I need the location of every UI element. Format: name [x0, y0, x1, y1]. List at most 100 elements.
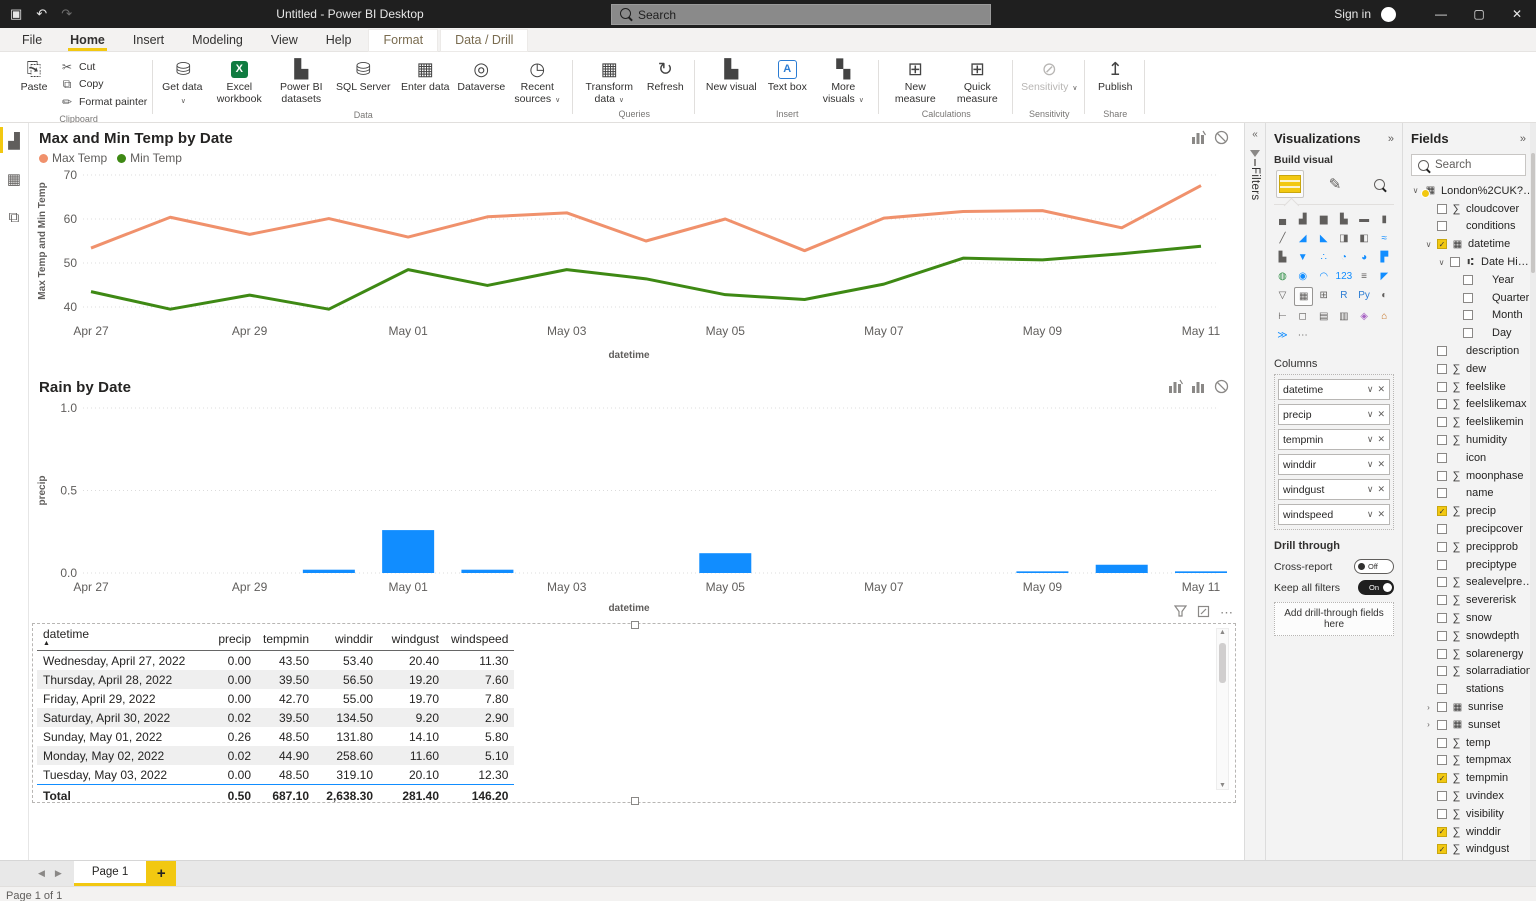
bar-may-09[interactable]	[1016, 571, 1068, 573]
stacked-column-chart-icon[interactable]: ▟	[1294, 211, 1311, 228]
table-row[interactable]: Tuesday, May 03, 20220.0048.50319.1020.1…	[37, 765, 514, 785]
field-item-preciptype[interactable]: preciptype	[1411, 556, 1534, 574]
checkbox[interactable]	[1450, 257, 1460, 267]
checkbox[interactable]	[1437, 435, 1447, 445]
ribbon-tab-format[interactable]: Format	[369, 30, 437, 51]
analytics-tab[interactable]	[1366, 171, 1392, 197]
scroll-up-icon[interactable]: ▲	[1219, 629, 1226, 636]
undo-icon[interactable]: ↶	[36, 6, 47, 22]
model-view-button[interactable]: ⧉	[0, 205, 28, 229]
scrollbar-thumb[interactable]	[1219, 643, 1226, 683]
smart-narrative-icon[interactable]: ▤	[1315, 308, 1332, 325]
no-entry-icon[interactable]	[1214, 130, 1229, 145]
enter-data-button[interactable]: ▦Enter data	[395, 55, 455, 96]
chart-options-icon[interactable]	[1191, 379, 1206, 394]
field-item-description[interactable]: description	[1411, 342, 1534, 360]
paginated-report-icon[interactable]: ▥	[1335, 308, 1352, 325]
checkbox[interactable]	[1437, 684, 1447, 694]
redo-icon[interactable]: ↷	[61, 6, 72, 22]
field-item-date-hierarc-[interactable]: ∨⑆Date Hierarc...	[1411, 253, 1534, 271]
column-header-windgust[interactable]: windgust	[379, 624, 445, 651]
data-view-button[interactable]: ▦	[0, 167, 28, 191]
checkbox[interactable]	[1437, 346, 1447, 356]
checkbox[interactable]	[1437, 417, 1447, 427]
avatar[interactable]	[1381, 7, 1396, 22]
field-item-severerisk[interactable]: ∑severerisk	[1411, 591, 1534, 609]
checkbox[interactable]	[1437, 399, 1447, 409]
field-item-quarter[interactable]: Quarter	[1411, 289, 1534, 307]
column-header-winddir[interactable]: winddir	[315, 624, 379, 651]
sign-in-button[interactable]: Sign in	[1334, 7, 1371, 21]
search-input[interactable]: Search	[611, 4, 991, 25]
column-header-precip[interactable]: precip	[209, 624, 257, 651]
chevron-down-icon[interactable]: ∨	[1367, 409, 1374, 420]
checkbox[interactable]	[1437, 702, 1447, 712]
maximize-button[interactable]: ▢	[1460, 0, 1498, 28]
remove-field-icon[interactable]: ✕	[1377, 434, 1385, 445]
field-item-uvindex[interactable]: ∑uvindex	[1411, 787, 1534, 805]
clustered-column-chart-icon[interactable]: ▙	[1335, 211, 1352, 228]
excel-workbook-button[interactable]: XExcel workbook	[209, 55, 269, 107]
fields-search-input[interactable]: Search	[1411, 154, 1526, 176]
chevron-down-icon[interactable]: ∨	[1367, 459, 1374, 470]
field-item-feelslikemax[interactable]: ∑feelslikemax	[1411, 396, 1534, 414]
chevron-down-icon[interactable]: ∨	[1367, 434, 1374, 445]
field-item-name[interactable]: name	[1411, 485, 1534, 503]
more-visuals-ellipsis-icon[interactable]: ⋯	[1294, 327, 1311, 344]
checkbox[interactable]	[1437, 364, 1447, 374]
format-painter-button[interactable]: ✏Format painter	[60, 95, 147, 109]
100-stacked-bar-chart-icon[interactable]: ▬	[1356, 211, 1373, 228]
field-item-windspeed[interactable]: ✓∑windspeed	[1411, 858, 1534, 860]
line-and-stacked-column-chart-icon[interactable]: ◨	[1335, 230, 1352, 247]
chevron-open-icon[interactable]: ∨	[1411, 186, 1420, 195]
field-item-temp[interactable]: ∑temp	[1411, 734, 1534, 752]
donut-chart-icon[interactable]: ◕	[1356, 249, 1373, 266]
qa-visual-icon[interactable]: ◻	[1294, 308, 1311, 325]
report-canvas[interactable]: Max and Min Temp by Date Max TempMin Tem…	[29, 123, 1244, 860]
scroll-down-icon[interactable]: ▼	[1219, 782, 1226, 789]
collapse-fields-icon[interactable]: »	[1520, 133, 1526, 145]
checkbox[interactable]	[1437, 382, 1447, 392]
checkbox-checked[interactable]: ✓	[1437, 239, 1447, 249]
field-well-precip[interactable]: precip∨✕	[1278, 404, 1390, 425]
drill-actions-icon[interactable]	[1191, 130, 1206, 145]
resize-handle-top[interactable]	[631, 621, 639, 629]
ribbon-tab-insert[interactable]: Insert	[119, 30, 178, 51]
checkbox[interactable]	[1463, 293, 1473, 303]
field-item-sealevelpressure[interactable]: ∑sealevelpressure	[1411, 574, 1534, 592]
field-item-sunrise[interactable]: ›▦sunrise	[1411, 698, 1534, 716]
checkbox[interactable]	[1437, 738, 1447, 748]
field-well-windgust[interactable]: windgust∨✕	[1278, 479, 1390, 500]
checkbox[interactable]	[1437, 577, 1447, 587]
checkbox-checked[interactable]: ✓	[1437, 827, 1447, 837]
chevron-down-icon[interactable]: ∨	[1367, 484, 1374, 495]
power-bi-datasets-button[interactable]: ▙Power BI datasets	[271, 55, 331, 107]
checkbox[interactable]	[1437, 221, 1447, 231]
line-and-clustered-column-chart-icon[interactable]: ◧	[1356, 230, 1373, 247]
field-item-tempmin[interactable]: ✓∑tempmin	[1411, 769, 1534, 787]
field-item-moonphase[interactable]: ∑moonphase	[1411, 467, 1534, 485]
field-item-sunset[interactable]: ›▦sunset	[1411, 716, 1534, 734]
chevron-open-icon[interactable]: ∨	[1424, 240, 1433, 249]
waterfall-chart-icon[interactable]: ▙	[1274, 249, 1291, 266]
cut-button[interactable]: ✂Cut	[60, 60, 147, 74]
bar-may-05[interactable]	[699, 553, 751, 573]
field-item-feelslikemin[interactable]: ∑feelslikemin	[1411, 413, 1534, 431]
text-box-button[interactable]: AText box	[763, 55, 811, 96]
field-item-precipcover[interactable]: precipcover	[1411, 520, 1534, 538]
field-item-tempmax[interactable]: ∑tempmax	[1411, 752, 1534, 770]
resize-handle-bottom[interactable]	[631, 797, 639, 805]
table-row[interactable]: Wednesday, April 27, 20220.0043.5053.402…	[37, 651, 514, 671]
checkbox[interactable]	[1437, 755, 1447, 765]
copy-button[interactable]: ⧉Copy	[60, 77, 147, 92]
line-chart-visual[interactable]: Max and Min Temp by Date Max TempMin Tem…	[31, 124, 1239, 370]
map-icon[interactable]: ◍	[1274, 268, 1291, 285]
filters-pane-label[interactable]: Filters	[1249, 167, 1261, 200]
checkbox[interactable]	[1437, 631, 1447, 641]
key-influencers-icon[interactable]: ◐	[1376, 287, 1393, 304]
line-series-max-temp[interactable]	[91, 186, 1201, 251]
chevron-down-icon[interactable]: ∨	[1367, 509, 1374, 520]
new-page-button[interactable]: +	[146, 861, 176, 886]
multi-row-card-icon[interactable]: ≡	[1356, 268, 1373, 285]
no-entry-icon[interactable]	[1214, 379, 1229, 394]
